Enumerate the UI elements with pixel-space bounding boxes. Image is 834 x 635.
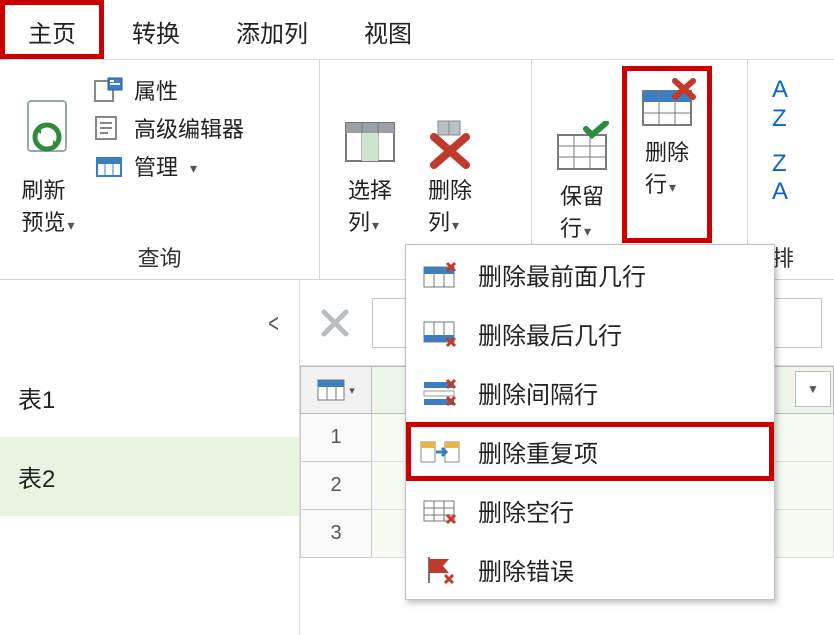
manage-button[interactable]: 管理 [94,150,244,182]
sort-buttons[interactable]: AZ ZA [772,76,788,237]
refresh-preview-button[interactable]: 刷新 预览 [10,66,86,237]
advanced-editor-label: 高级编辑器 [134,112,244,144]
query-item-2[interactable]: 表2 [0,437,299,516]
row-header-2[interactable]: 2 [300,462,372,510]
tab-home[interactable]: 主页 [0,0,104,59]
remove-columns-button[interactable]: 删除 列 [410,66,490,237]
refresh-label: 刷新 预览 [21,178,65,235]
select-all-corner[interactable]: ▾ [300,366,372,414]
remove-rows-icon [637,77,697,131]
remove-blank-rows-label: 删除空行 [478,493,574,528]
remove-rows-dropdown: 删除最前面几行 删除最后几行 删除间隔行 删除重复项 删除空行 [405,244,775,600]
remove-columns-icon [420,115,480,169]
remove-duplicates-item[interactable]: 删除重复项 [406,422,774,481]
properties-label: 属性 [134,74,178,106]
group-query-label: 查询 [10,237,309,279]
formula-cancel-icon[interactable] [312,300,358,346]
remove-rows-highlight: 删除 行 [622,66,712,243]
column-filter-icon[interactable]: ▼ [795,371,831,407]
remove-top-rows-label: 删除最前面几行 [478,257,646,292]
remove-alternate-rows-icon [420,376,460,410]
keep-rows-button[interactable]: 保留 行 [542,66,622,243]
table-icon [317,379,345,401]
remove-alternate-rows-item[interactable]: 删除间隔行 [406,363,774,422]
remove-errors-icon [420,553,460,587]
tab-addcolumn[interactable]: 添加列 [208,0,336,59]
remove-errors-label: 删除错误 [478,552,574,587]
remove-bottom-rows-item[interactable]: 删除最后几行 [406,304,774,363]
choose-columns-button[interactable]: 选择 列 [330,66,410,237]
tab-transform[interactable]: 转换 [104,0,208,59]
remove-duplicates-label: 删除重复项 [478,434,598,469]
collapse-pane-icon[interactable]: < [268,308,279,339]
remove-alternate-rows-label: 删除间隔行 [478,375,598,410]
manage-icon [94,153,124,179]
remove-errors-item[interactable]: 删除错误 [406,540,774,599]
choose-columns-icon [340,115,400,169]
row-header-1[interactable]: 1 [300,414,372,462]
remove-bottom-rows-icon [420,317,460,351]
refresh-icon [20,97,76,169]
advanced-editor-icon [94,115,124,141]
queries-pane: < 表1 表2 [0,280,300,635]
properties-icon [94,77,124,103]
group-query: 刷新 预览 属性 [0,60,320,279]
remove-top-rows-icon [420,258,460,292]
remove-bottom-rows-label: 删除最后几行 [478,316,622,351]
ribbon-tabs: 主页 转换 添加列 视图 [0,0,834,60]
row-header-3[interactable]: 3 [300,510,372,558]
remove-rows-button[interactable]: 删除 行 [631,75,703,199]
query-item-1[interactable]: 表1 [0,358,299,437]
properties-button[interactable]: 属性 [94,74,244,106]
manage-label: 管理 [134,150,178,182]
remove-blank-rows-icon [420,494,460,528]
advanced-editor-button[interactable]: 高级编辑器 [94,112,244,144]
keep-rows-icon [552,121,612,175]
tab-view[interactable]: 视图 [336,0,440,59]
remove-blank-rows-item[interactable]: 删除空行 [406,481,774,540]
remove-top-rows-item[interactable]: 删除最前面几行 [406,245,774,304]
remove-duplicates-icon [420,435,460,469]
